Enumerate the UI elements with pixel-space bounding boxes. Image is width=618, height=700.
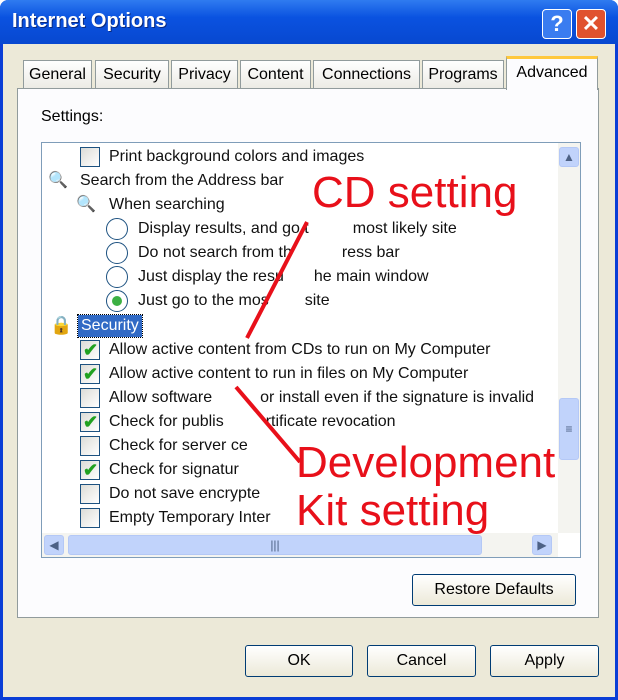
annotation-lines [234,221,309,464]
dev-annotation-line [234,385,302,464]
cd-setting-annotation: CD setting [312,168,518,217]
dev-kit-annotation-line2: Kit setting [296,486,490,535]
cd-annotation-line [245,221,309,339]
dev-kit-annotation-line1: Development [296,438,556,487]
